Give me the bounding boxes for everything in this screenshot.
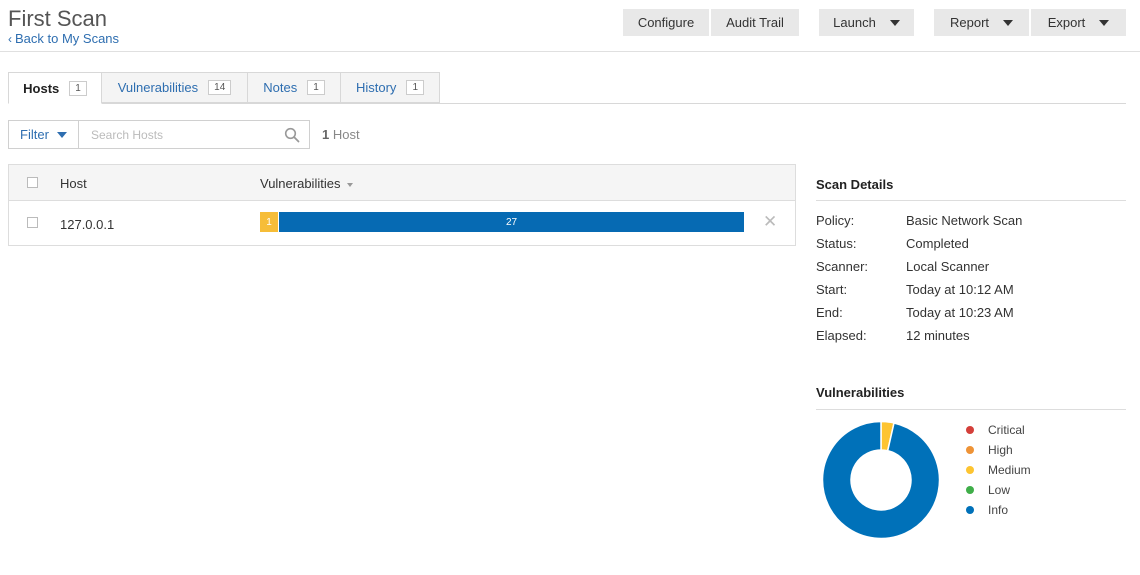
caret-down-icon [889,19,900,26]
host-count: 1 Host [322,127,360,142]
tab-hosts[interactable]: Hosts 1 [8,72,102,104]
hosts-table: Host Vulnerabilities 127.0.0.1 1 27 ✕ [8,164,796,246]
legend-label: High [988,443,1013,457]
configure-label: Configure [637,15,695,30]
detail-value-start: Today at 10:12 AM [906,282,1014,297]
legend-label: Info [988,503,1009,517]
tab-count-badge: 1 [307,80,325,95]
tab-count-badge: 1 [69,80,87,96]
page-title: First Scan [8,6,108,31]
sort-caret-icon [347,182,354,187]
legend-label: Low [988,483,1011,497]
audit-trail-button[interactable]: Audit Trail [711,9,799,36]
detail-label-end: End: [816,305,843,320]
table-header: Host Vulnerabilities [9,165,795,201]
medium-count-bar[interactable]: 1 [260,212,278,232]
tab-count-badge: 1 [406,80,424,95]
column-header-vulnerabilities[interactable]: Vulnerabilities [260,176,354,191]
chevron-left-icon: ‹ [8,32,12,46]
export-button[interactable]: Export [1031,9,1126,36]
search-box [79,120,310,149]
detail-value-scanner: Local Scanner [906,259,990,274]
back-link-label: Back to My Scans [15,31,120,46]
column-header-label: Vulnerabilities [260,176,341,191]
filter-label: Filter [20,127,49,142]
detail-value-policy: Basic Network Scan [906,213,1023,228]
host-count-label: Host [332,127,360,142]
legend-dot-icon [966,466,974,474]
legend-item-info[interactable]: Info [966,503,1008,517]
report-button[interactable]: Report [934,9,1029,36]
detail-value-status: Completed [906,236,969,251]
tab-history[interactable]: History 1 [340,72,440,103]
detail-value-elapsed: 12 minutes [906,328,970,343]
export-label: Export [1047,15,1086,30]
audit-trail-label: Audit Trail [726,15,784,30]
host-cell[interactable]: 127.0.0.1 [60,217,114,232]
scan-details-divider [816,200,1126,201]
caret-down-icon [56,131,67,138]
close-icon[interactable]: ✕ [763,213,777,230]
detail-label-status: Status: [816,236,857,251]
report-label: Report [949,15,990,30]
scan-details-title: Scan Details [816,177,894,192]
caret-down-icon [1099,19,1110,26]
legend-dot-icon [966,446,974,454]
info-count-bar[interactable]: 27 [279,212,744,232]
tab-vulnerabilities[interactable]: Vulnerabilities 14 [101,72,248,103]
legend-item-low[interactable]: Low [966,483,1010,497]
legend-dot-icon [966,506,974,514]
tab-label: Notes [263,80,298,95]
detail-label-policy: Policy: [816,213,855,228]
launch-button[interactable]: Launch [819,9,914,36]
search-icon[interactable] [284,127,300,143]
legend-item-critical[interactable]: Critical [966,423,1025,437]
tab-count-badge: 14 [208,80,232,95]
column-header-host[interactable]: Host [60,176,87,191]
host-count-number: 1 [322,127,330,142]
header-divider [0,51,1140,52]
filter-button[interactable]: Filter [8,120,79,149]
search-hosts-input[interactable] [89,121,283,149]
caret-down-icon [1003,19,1014,26]
legend-label: Critical [988,423,1025,437]
tab-notes[interactable]: Notes 1 [247,72,341,103]
legend-dot-icon [966,486,974,494]
vulnerabilities-donut-chart[interactable] [822,421,940,539]
tabs-divider [8,103,1126,104]
tab-label: History [355,80,397,95]
legend-item-high[interactable]: High [966,443,1013,457]
row-checkbox[interactable] [27,217,38,228]
legend-item-medium[interactable]: Medium [966,463,1031,477]
tab-label: Vulnerabilities [117,80,199,95]
detail-label-elapsed: Elapsed: [816,328,867,343]
legend-label: Medium [988,463,1031,477]
select-all-checkbox[interactable] [27,177,38,188]
configure-button[interactable]: Configure [623,9,709,36]
detail-label-scanner: Scanner: [816,259,869,274]
vulnerabilities-chart-title: Vulnerabilities [816,385,905,400]
tab-label: Hosts [23,80,60,96]
detail-value-end: Today at 10:23 AM [906,305,1014,320]
detail-label-start: Start: [816,282,848,297]
launch-label: Launch [833,15,876,30]
legend-dot-icon [966,426,974,434]
vulnerabilities-chart-divider [816,409,1126,410]
donut-slice-info[interactable] [822,421,940,539]
back-to-scans-link[interactable]: ‹ Back to My Scans [8,31,119,46]
